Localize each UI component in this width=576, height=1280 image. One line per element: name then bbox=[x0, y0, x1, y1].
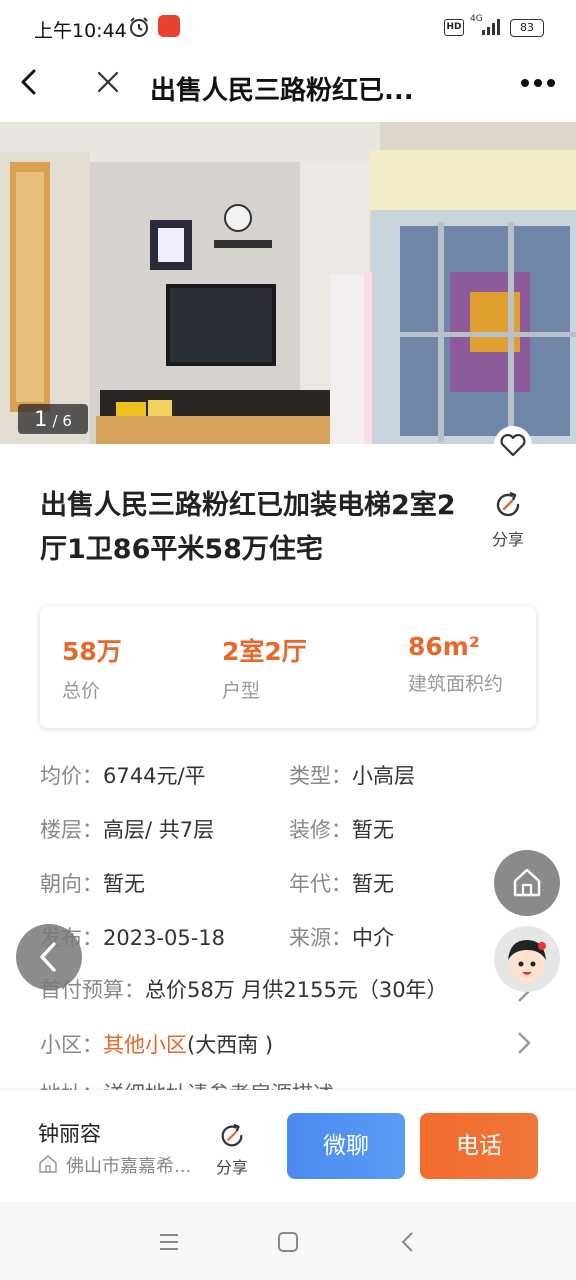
home-icon bbox=[513, 868, 541, 897]
detail-value: 暂无 bbox=[103, 872, 145, 896]
detail-community[interactable]: 小区：其他小区(大西南 ) bbox=[40, 1029, 273, 1059]
agent-company: 佛山市嘉嘉希... bbox=[66, 1156, 192, 1177]
chevron-right-icon[interactable] bbox=[516, 1030, 532, 1056]
detail-type: 类型：小高层 bbox=[289, 760, 415, 790]
call-button[interactable]: 电话 bbox=[420, 1113, 538, 1179]
community-extra: (大西南 ) bbox=[187, 1033, 274, 1057]
signal-icon bbox=[482, 19, 500, 35]
battery-icon: 83 bbox=[510, 19, 544, 37]
detail-key: 年代： bbox=[289, 872, 352, 896]
chevron-left-icon bbox=[40, 942, 56, 972]
status-time: 上午10:44 bbox=[34, 20, 127, 42]
more-options-icon[interactable] bbox=[520, 78, 556, 88]
chat-button[interactable]: 微聊 bbox=[287, 1113, 405, 1179]
system-nav-bar bbox=[0, 1202, 576, 1280]
detail-value: 6744元/平 bbox=[103, 764, 206, 788]
detail-value: 中介 bbox=[352, 926, 394, 950]
summary-area: 86m² 建筑面积约 bbox=[408, 632, 503, 696]
agent-name[interactable]: 钟丽容 bbox=[38, 1118, 101, 1148]
photo-total: / 6 bbox=[52, 412, 72, 430]
app-notification-icon bbox=[158, 15, 180, 37]
detail-key: 装修： bbox=[289, 818, 352, 842]
photo-current-index: 1 bbox=[34, 407, 48, 431]
detail-value: 2023-05-18 bbox=[103, 926, 226, 950]
detail-address[interactable]: 地址：详细地址请参考房源描述 bbox=[40, 1078, 334, 1090]
home-square-icon[interactable] bbox=[277, 1231, 299, 1253]
back-arrow-icon[interactable] bbox=[16, 68, 44, 96]
detail-orientation: 朝向：暂无 bbox=[40, 868, 145, 898]
page-title: 出售人民三路粉红已... bbox=[150, 76, 414, 106]
detail-budget[interactable]: 首付预算：总价58万 月供2155元（30年） bbox=[40, 974, 448, 1004]
summary-price-label: 总价 bbox=[62, 680, 101, 702]
detail-key: 朝向： bbox=[40, 872, 103, 896]
store-icon bbox=[39, 1155, 57, 1173]
share-button-bottom[interactable]: 分享 bbox=[212, 1122, 252, 1178]
detail-unit-price: 均价：6744元/平 bbox=[40, 760, 206, 790]
photo-counter: 1 / 6 bbox=[18, 404, 88, 434]
summary-area-value: 86m² bbox=[408, 632, 480, 661]
share-button[interactable]: 分享 bbox=[488, 490, 528, 550]
close-icon[interactable] bbox=[96, 70, 120, 94]
detail-year: 年代：暂无 bbox=[289, 868, 394, 898]
summary-price: 58万 总价 bbox=[62, 632, 122, 703]
assistant-avatar-fab[interactable] bbox=[494, 926, 560, 992]
summary-area-label: 建筑面积约 bbox=[408, 673, 504, 695]
detail-key: 均价： bbox=[40, 764, 103, 788]
detail-key: 楼层： bbox=[40, 818, 103, 842]
top-nav-bar: 出售人民三路粉红已... bbox=[0, 56, 576, 122]
summary-price-value: 58万 bbox=[62, 637, 122, 666]
listing-photo[interactable] bbox=[0, 122, 576, 444]
detail-value: 小高层 bbox=[352, 764, 415, 788]
share-icon bbox=[496, 491, 520, 517]
summary-layout-label: 户型 bbox=[222, 680, 261, 702]
share-label: 分享 bbox=[491, 530, 524, 549]
detail-floor: 楼层：高层/ 共7层 bbox=[40, 814, 214, 844]
summary-layout: 2室2厅 户型 bbox=[222, 632, 307, 703]
detail-key: 地址： bbox=[40, 1082, 103, 1090]
detail-value: 暂无 bbox=[352, 872, 394, 896]
detail-value: 暂无 bbox=[352, 818, 394, 842]
cartoon-avatar-icon bbox=[508, 940, 546, 982]
share-label: 分享 bbox=[215, 1158, 248, 1177]
menu-icon[interactable] bbox=[158, 1232, 180, 1252]
community-link[interactable]: 其他小区 bbox=[103, 1033, 187, 1057]
alarm-icon bbox=[130, 17, 148, 37]
listing-title: 出售人民三路粉红已加装电梯2室2厅1卫86平米58万住宅 bbox=[40, 490, 456, 565]
detail-value: 详细地址请参考房源描述 bbox=[103, 1082, 334, 1090]
detail-source: 来源：中介 bbox=[289, 922, 394, 952]
favorite-heart-icon[interactable] bbox=[494, 426, 532, 464]
detail-key: 来源： bbox=[289, 926, 352, 950]
share-icon bbox=[221, 1123, 243, 1147]
home-fab[interactable] bbox=[494, 850, 560, 916]
detail-value: 总价58万 月供2155元（30年） bbox=[145, 978, 448, 1002]
detail-decoration: 装修：暂无 bbox=[289, 814, 394, 844]
detail-key: 小区： bbox=[40, 1033, 103, 1057]
system-back-icon[interactable] bbox=[400, 1231, 416, 1253]
living-room-photo bbox=[0, 122, 576, 444]
status-bar: 上午10:44 HD 4G 83 bbox=[0, 0, 576, 56]
detail-key: 类型： bbox=[289, 764, 352, 788]
summary-layout-value: 2室2厅 bbox=[222, 637, 307, 666]
detail-value: 高层/ 共7层 bbox=[103, 818, 215, 842]
hd-icon: HD bbox=[444, 19, 464, 36]
summary-card: 58万 总价 2室2厅 户型 86m² 建筑面积约 bbox=[40, 606, 536, 728]
back-fab[interactable] bbox=[16, 924, 82, 990]
